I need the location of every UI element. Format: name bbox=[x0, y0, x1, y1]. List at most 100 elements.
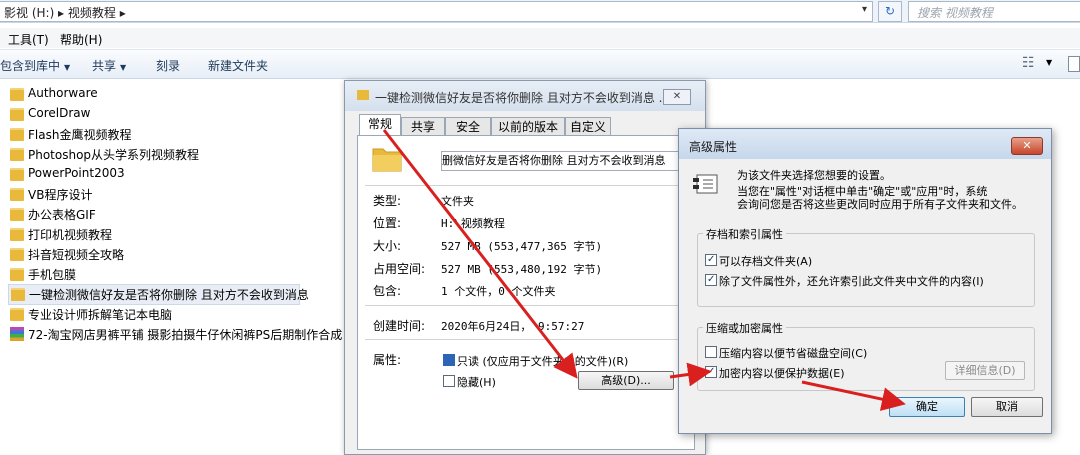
chevron-down-icon: ▼ bbox=[120, 63, 127, 72]
share-button[interactable]: 共享 ▼ bbox=[92, 57, 126, 74]
attributes-label: 属性: bbox=[373, 353, 402, 367]
compress-checkbox[interactable]: 压缩内容以便节省磁盘空间(C) bbox=[705, 345, 885, 360]
list-item[interactable]: 办公表格GIF bbox=[8, 205, 208, 224]
archive-icon bbox=[10, 327, 24, 341]
checkbox-unchecked[interactable] bbox=[443, 375, 455, 387]
checkbox-indeterminate[interactable] bbox=[443, 354, 455, 366]
tab-security[interactable]: 安全 bbox=[445, 117, 491, 136]
size-label: 大小: bbox=[373, 239, 402, 253]
menu-help[interactable]: 帮助(H) bbox=[60, 31, 102, 48]
folder-icon bbox=[10, 128, 24, 141]
folder-icon bbox=[10, 308, 24, 321]
search-input[interactable]: 搜索 视频教程 bbox=[908, 1, 1080, 22]
encrypt-label: 加密内容以便保护数据(E) bbox=[719, 367, 845, 380]
list-item-selected[interactable]: 一键检测微信好友是否将你删除 且对方不会收到消息 bbox=[8, 284, 309, 305]
list-item[interactable]: VB程序设计 bbox=[8, 185, 208, 204]
item-label: Flash金鹰视频教程 bbox=[28, 128, 132, 142]
include-library-button[interactable]: 包含到库中 ▼ bbox=[0, 57, 70, 74]
preview-pane-icon[interactable] bbox=[1068, 56, 1080, 72]
advanced-description-3: 会询问您是否将这些更改同时应用于所有子文件夹和文件。 bbox=[737, 198, 1023, 211]
chevron-down-icon[interactable]: ▼ bbox=[1046, 58, 1052, 67]
list-item[interactable]: PowerPoint2003 bbox=[8, 165, 208, 184]
checkbox-unchecked[interactable] bbox=[705, 346, 717, 358]
properties-title: 一键检测微信好友是否将你删除 且对方不会收到消息 ... bbox=[375, 91, 671, 105]
address-dropdown-icon[interactable]: ▾ bbox=[862, 4, 867, 15]
folder-icon bbox=[10, 88, 24, 101]
folder-icon bbox=[10, 228, 24, 241]
item-label: Authorware bbox=[28, 86, 98, 100]
advanced-button[interactable]: 高级(D)... bbox=[578, 371, 674, 390]
refresh-icon[interactable]: ↻ bbox=[878, 1, 902, 22]
created-value: 2020年6月24日， 9:57:27 bbox=[441, 320, 585, 333]
list-item[interactable]: 72-淘宝网店男裤平铺 摄影拍摄牛仔休闲裤PS后期制作合成 视频 bbox=[8, 325, 344, 344]
list-item[interactable]: Authorware bbox=[8, 85, 208, 104]
checkbox-checked[interactable] bbox=[705, 366, 717, 378]
advanced-title: 高级属性 bbox=[689, 140, 738, 154]
folder-icon bbox=[10, 208, 24, 221]
readonly-checkbox[interactable]: 只读 (仅应用于文件夹中的文件)(R) bbox=[443, 353, 643, 368]
properties-titlebar[interactable]: 一键检测微信好友是否将你删除 且对方不会收到消息 ... ✕ bbox=[345, 81, 705, 111]
group-title: 压缩或加密属性 bbox=[703, 320, 786, 336]
checkbox-checked[interactable] bbox=[705, 254, 717, 266]
divider bbox=[365, 185, 685, 186]
item-label: 打印机视频教程 bbox=[28, 228, 113, 242]
advanced-titlebar[interactable]: 高级属性 ✕ bbox=[679, 129, 1051, 159]
list-item[interactable]: 专业设计师拆解笔记本电脑 bbox=[8, 305, 208, 324]
item-label: 手机包膜 bbox=[28, 268, 77, 282]
folder-icon bbox=[10, 248, 24, 261]
list-item[interactable]: Flash金鹰视频教程 bbox=[8, 125, 208, 144]
item-label: CorelDraw bbox=[28, 106, 91, 120]
group-title: 存档和索引属性 bbox=[703, 226, 786, 242]
archive-label: 可以存档文件夹(A) bbox=[719, 255, 813, 268]
include-library-label: 包含到库中 bbox=[0, 59, 61, 73]
folder-icon bbox=[10, 108, 24, 121]
item-label: 办公表格GIF bbox=[28, 208, 96, 222]
location-value: H:\视频教程 bbox=[441, 217, 505, 230]
close-icon[interactable]: ✕ bbox=[663, 89, 691, 105]
hidden-checkbox[interactable]: 隐藏(H) bbox=[443, 374, 563, 389]
details-button[interactable]: 详细信息(D) bbox=[945, 361, 1025, 380]
tab-general[interactable]: 常规 bbox=[359, 114, 401, 136]
archive-checkbox[interactable]: 可以存档文件夹(A) bbox=[705, 253, 855, 268]
encrypt-checkbox[interactable]: 加密内容以便保护数据(E) bbox=[705, 365, 885, 380]
list-item[interactable]: 手机包膜 bbox=[8, 265, 208, 284]
cancel-button[interactable]: 取消 bbox=[971, 397, 1043, 417]
view-options-icon[interactable]: ☷ bbox=[1022, 55, 1035, 71]
item-label: PowerPoint2003 bbox=[28, 166, 125, 180]
contains-value: 1 个文件，0 个文件夹 bbox=[441, 285, 556, 298]
type-value: 文件夹 bbox=[441, 195, 474, 208]
address-path[interactable]: 影视 (H:) ▸ 视频教程 ▸ bbox=[4, 4, 126, 21]
divider bbox=[365, 339, 685, 340]
checkbox-checked[interactable] bbox=[705, 274, 717, 286]
chevron-down-icon: ▼ bbox=[64, 63, 71, 72]
menu-bar: 工具(T) 帮助(H) bbox=[0, 28, 1080, 48]
list-item[interactable]: 抖音短视频全攻略 bbox=[8, 245, 208, 264]
location-label: 位置: bbox=[373, 216, 402, 230]
list-item[interactable]: CorelDraw bbox=[8, 105, 208, 124]
burn-button[interactable]: 刻录 bbox=[156, 57, 180, 74]
tab-customize[interactable]: 自定义 bbox=[565, 117, 611, 136]
tab-previous-versions[interactable]: 以前的版本 bbox=[491, 117, 565, 136]
folder-name-field[interactable]: 删微信好友是否将你删除 且对方不会收到消息 bbox=[441, 151, 679, 171]
ok-button[interactable]: 确定 bbox=[889, 397, 965, 417]
list-item[interactable]: Photoshop从头学系列视频教程 bbox=[8, 145, 228, 164]
tab-sharing[interactable]: 共享 bbox=[401, 117, 445, 136]
close-icon[interactable]: ✕ bbox=[1011, 137, 1043, 155]
folder-icon bbox=[10, 188, 24, 201]
item-label: 专业设计师拆解笔记本电脑 bbox=[28, 308, 173, 322]
advanced-description-1: 为该文件夹选择您想要的设置。 bbox=[737, 169, 891, 182]
address-field[interactable]: 影视 (H:) ▸ 视频教程 ▸ ▾ bbox=[0, 1, 873, 22]
compress-label: 压缩内容以便节省磁盘空间(C) bbox=[719, 347, 868, 360]
index-checkbox[interactable]: 除了文件属性外，还允许索引此文件夹中文件的内容(I) bbox=[705, 273, 1025, 288]
hidden-label: 隐藏(H) bbox=[457, 376, 496, 389]
item-label: 抖音短视频全攻略 bbox=[28, 248, 125, 262]
menu-tools[interactable]: 工具(T) bbox=[8, 31, 49, 48]
list-item[interactable]: 打印机视频教程 bbox=[8, 225, 208, 244]
divider bbox=[365, 305, 685, 306]
item-label: 一键检测微信好友是否将你删除 且对方不会收到消息 bbox=[29, 288, 309, 302]
folder-icon bbox=[357, 90, 369, 100]
archive-index-group bbox=[697, 233, 1035, 307]
share-label: 共享 bbox=[92, 59, 117, 73]
folder-icon bbox=[10, 168, 24, 181]
new-folder-button[interactable]: 新建文件夹 bbox=[208, 57, 268, 74]
